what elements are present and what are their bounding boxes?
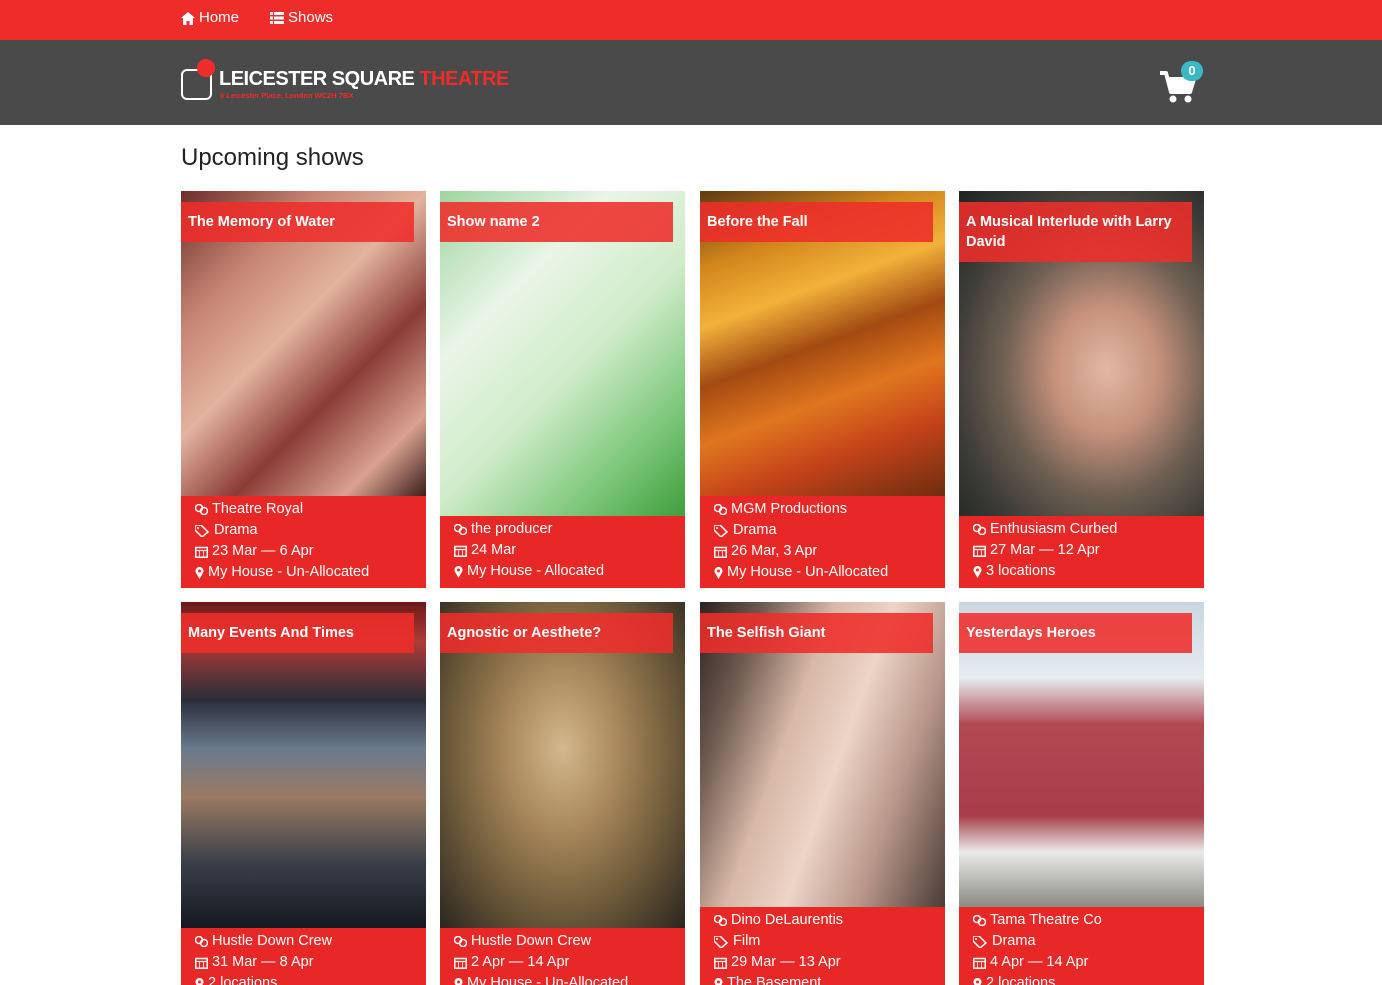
- nav-home-link[interactable]: Home: [181, 0, 239, 36]
- show-title: Yesterdays Heroes: [959, 613, 1192, 653]
- show-dates: 29 Mar — 13 Apr: [731, 954, 841, 970]
- show-title: Show name 2: [440, 202, 673, 242]
- show-dates: 23 Mar — 6 Apr: [212, 543, 314, 559]
- show-venue: 2 locations: [208, 975, 278, 985]
- calendar-icon: [454, 545, 467, 557]
- show-title: Many Events And Times: [181, 613, 414, 653]
- logo-title: LEICESTER SQUARE THEATRE: [219, 68, 509, 90]
- show-info-panel: the producer 24 Mar My House - Allocated: [440, 516, 685, 588]
- show-venue: My House - Un-Allocated: [208, 564, 370, 580]
- show-venue: 2 locations: [986, 975, 1056, 985]
- calendar-icon: [714, 957, 727, 969]
- map-marker-icon: [454, 977, 463, 985]
- site-header: LEICESTER SQUARE THEATRE 6 Leicester Pla…: [0, 40, 1382, 125]
- show-dates: 31 Mar — 8 Apr: [212, 954, 314, 970]
- show-producer: Hustle Down Crew: [471, 933, 592, 949]
- show-producer: MGM Productions: [731, 501, 848, 517]
- theatre-masks-icon: [973, 915, 986, 926]
- theatre-masks-icon: [454, 524, 467, 535]
- show-title: Before the Fall: [700, 202, 933, 242]
- logo-title-red: THEATRE: [419, 68, 509, 90]
- show-venue: My House - Un-Allocated: [727, 564, 889, 580]
- map-marker-icon: [714, 977, 723, 985]
- cart-count-badge: 0: [1181, 61, 1203, 81]
- show-dates: 26 Mar, 3 Apr: [731, 543, 818, 559]
- map-marker-icon: [195, 566, 204, 579]
- theatre-masks-icon: [195, 504, 208, 515]
- show-card[interactable]: Show name 2 the producer 24 Mar My House…: [440, 191, 685, 588]
- tag-icon: [714, 935, 729, 948]
- theatre-masks-icon: [714, 504, 727, 515]
- map-marker-icon: [973, 977, 982, 985]
- theatre-masks-icon: [973, 524, 986, 535]
- map-marker-icon: [454, 565, 463, 578]
- logo-address: 6 Leicester Place, London WC2H 7BX: [220, 91, 354, 100]
- show-venue: My House - Allocated: [467, 563, 605, 579]
- show-venue: The Basement: [727, 975, 822, 985]
- show-producer: Theatre Royal: [212, 501, 304, 517]
- show-card[interactable]: Agnostic or Aesthete? Hustle Down Crew 2…: [440, 602, 685, 985]
- calendar-icon: [714, 546, 727, 558]
- show-venue: My House - Un-Allocated: [467, 975, 629, 985]
- show-genre: Film: [733, 933, 761, 949]
- show-title: A Musical Interlude with Larry David: [959, 202, 1192, 262]
- calendar-icon: [195, 546, 208, 558]
- logo-dot-icon: [197, 59, 215, 77]
- calendar-icon: [973, 957, 986, 969]
- show-dates: 27 Mar — 12 Apr: [990, 542, 1100, 558]
- home-icon: [181, 11, 195, 25]
- show-title: The Selfish Giant: [700, 613, 933, 653]
- show-producer: the producer: [471, 521, 553, 537]
- show-info-panel: Theatre Royal Drama 23 Mar — 6 Apr My Ho…: [181, 496, 426, 588]
- show-genre: Drama: [992, 933, 1036, 949]
- top-nav-bar: Home Shows: [0, 0, 1382, 40]
- show-dates: 4 Apr — 14 Apr: [990, 954, 1089, 970]
- show-title: The Memory of Water: [181, 202, 414, 242]
- show-card[interactable]: Many Events And Times Hustle Down Crew 3…: [181, 602, 426, 985]
- show-title: Agnostic or Aesthete?: [440, 613, 673, 653]
- nav-shows-link[interactable]: Shows: [270, 0, 333, 36]
- show-dates: 2 Apr — 14 Apr: [471, 954, 570, 970]
- show-card[interactable]: A Musical Interlude with Larry David Ent…: [959, 191, 1204, 588]
- show-card[interactable]: The Memory of Water Theatre Royal Drama …: [181, 191, 426, 588]
- show-info-panel: Enthusiasm Curbed 27 Mar — 12 Apr 3 loca…: [959, 516, 1204, 588]
- map-marker-icon: [195, 977, 204, 985]
- theatre-masks-icon: [195, 936, 208, 947]
- theatre-masks-icon: [454, 936, 467, 947]
- show-producer: Tama Theatre Co: [990, 912, 1102, 928]
- theatre-logo[interactable]: LEICESTER SQUARE THEATRE 6 Leicester Pla…: [181, 59, 509, 105]
- logo-title-white: LEICESTER SQUARE: [219, 68, 415, 90]
- nav-shows-label: Shows: [288, 9, 334, 26]
- show-info-panel: Hustle Down Crew 31 Mar — 8 Apr 2 locati…: [181, 928, 426, 985]
- show-card[interactable]: Yesterdays Heroes Tama Theatre Co Drama …: [959, 602, 1204, 985]
- map-marker-icon: [973, 565, 982, 578]
- show-venue: 3 locations: [986, 563, 1056, 579]
- tag-icon: [195, 524, 210, 537]
- show-info-panel: Dino DeLaurentis Film 29 Mar — 13 Apr Th…: [700, 907, 945, 985]
- show-info-panel: Hustle Down Crew 2 Apr — 14 Apr My House…: [440, 928, 685, 985]
- show-genre: Drama: [733, 522, 777, 538]
- show-card[interactable]: Before the Fall MGM Productions Drama 26…: [700, 191, 945, 588]
- calendar-icon: [195, 957, 208, 969]
- calendar-icon: [454, 957, 467, 969]
- nav-home-label: Home: [199, 9, 240, 26]
- show-info-panel: MGM Productions Drama 26 Mar, 3 Apr My H…: [700, 496, 945, 588]
- calendar-icon: [973, 545, 986, 557]
- show-producer: Hustle Down Crew: [212, 933, 333, 949]
- show-dates: 24 Mar: [471, 542, 517, 558]
- show-producer: Enthusiasm Curbed: [990, 521, 1118, 537]
- show-producer: Dino DeLaurentis: [731, 912, 844, 928]
- tag-icon: [714, 524, 729, 537]
- map-marker-icon: [714, 566, 723, 579]
- list-icon: [270, 12, 284, 24]
- theatre-masks-icon: [714, 915, 727, 926]
- show-genre: Drama: [214, 522, 258, 538]
- page-title: Upcoming shows: [181, 144, 364, 171]
- show-card[interactable]: The Selfish Giant Dino DeLaurentis Film …: [700, 602, 945, 985]
- tag-icon: [973, 935, 988, 948]
- show-info-panel: Tama Theatre Co Drama 4 Apr — 14 Apr 2 l…: [959, 907, 1204, 985]
